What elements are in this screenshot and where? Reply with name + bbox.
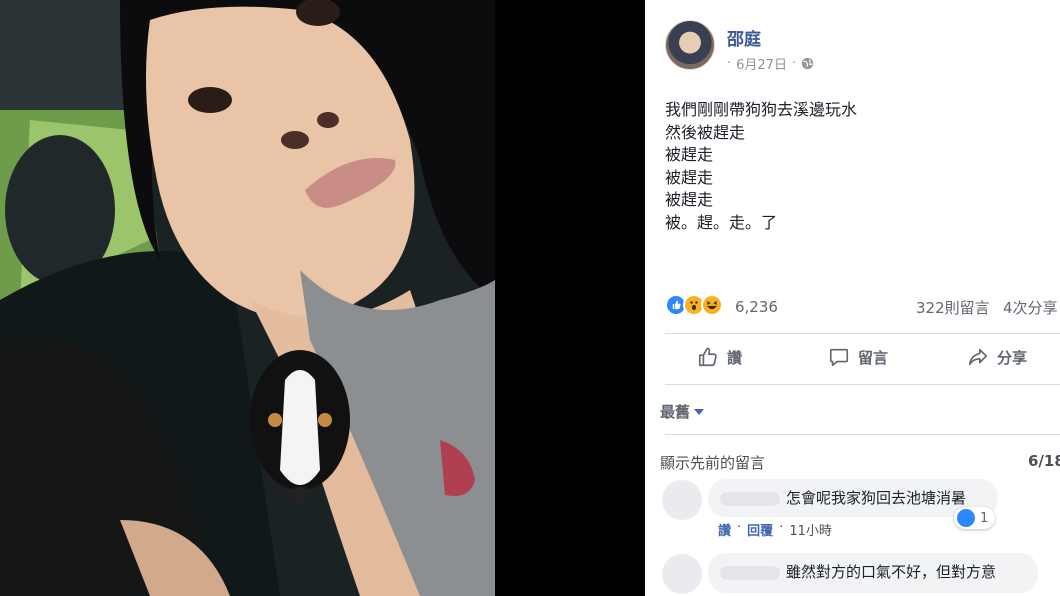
comment-like-count: 1 [980, 510, 989, 526]
post-date[interactable]: 6月27日 [736, 54, 787, 73]
share-label: 分享 [997, 348, 1028, 367]
post-text-line: 被趕走 [665, 190, 714, 209]
post-meta: · 6月27日 · [727, 54, 814, 73]
commenter-avatar[interactable] [662, 480, 702, 520]
meta-dot: · [727, 56, 732, 71]
author-name[interactable]: 邵庭 [727, 25, 761, 50]
share-button[interactable]: 分享 [967, 346, 1027, 368]
redacted-commenter-name [720, 565, 780, 580]
like-label: 讚 [727, 348, 743, 367]
post-text-line: 我們剛剛帶狗狗去溪邊玩水 [665, 100, 858, 119]
comment-bubble: 雖然對方的口氣不好，但對方意 [708, 553, 1038, 593]
comment-label: 留言 [858, 348, 889, 367]
divider [665, 384, 1060, 385]
post-panel: 邵庭 · 6月27日 · 我們剛剛帶狗狗去溪邊玩水 然後被趕走 被趕走 被趕走 … [645, 0, 1060, 596]
comment-reply-link[interactable]: 回覆 [747, 520, 773, 539]
like-reaction-icon [957, 509, 975, 527]
share-count[interactable]: 4次分享 [1003, 297, 1058, 318]
comment-bubble: 怎會呢我家狗回去池塘消暑 [708, 479, 998, 517]
comment-page-indicator: 6/18 [1028, 452, 1060, 470]
comment-text: 雖然對方的口氣不好，但對方意 [786, 563, 997, 581]
post-actions: 讚 留言 分享 [645, 340, 1060, 380]
separator: · [737, 520, 742, 535]
post-text-line: 被趕走 [665, 167, 714, 187]
author-avatar[interactable] [665, 20, 715, 70]
comment-text: 怎會呢我家狗回去池塘消暑 [786, 489, 967, 507]
share-icon [968, 348, 988, 366]
thumbs-up-icon [698, 347, 717, 367]
redacted-commenter-name [720, 491, 780, 506]
post-header: 邵庭 · 6月27日 · [645, 0, 1060, 90]
like-button[interactable]: 讚 [697, 346, 742, 368]
comment-actions: 讚 · 回覆 · 11小時 [718, 520, 832, 539]
sort-label: 最舊 [660, 403, 691, 421]
separator: · [779, 520, 784, 535]
post-text-line: 被趕走 [665, 145, 714, 164]
divider [665, 333, 1060, 334]
post-text-line: 然後被趕走 [665, 122, 746, 142]
caret-down-icon [694, 408, 705, 415]
comment-time[interactable]: 11小時 [789, 520, 832, 539]
photo-illustration [0, 0, 495, 596]
divider [665, 434, 1060, 435]
post-photo[interactable] [0, 0, 495, 596]
post-text-line: 被。趕。走。了 [665, 212, 778, 232]
comment-icon [829, 348, 849, 367]
comment-button[interactable]: 留言 [828, 346, 888, 368]
comment-like-badge[interactable]: 1 [954, 507, 996, 529]
reactions-bar: 6,236 322則留言 4次分享 [665, 294, 1060, 320]
comment-count[interactable]: 322則留言 [916, 297, 990, 318]
view-previous-comments-link[interactable]: 顯示先前的留言 [660, 452, 765, 473]
reaction-count[interactable]: 6,236 [735, 298, 778, 316]
commenter-avatar[interactable] [662, 554, 702, 594]
post-text: 我們剛剛帶狗狗去溪邊玩水 然後被趕走 被趕走 被趕走 被趕走 被。趕。走。了 [665, 99, 857, 234]
haha-reaction-icon [701, 294, 723, 316]
reaction-icons[interactable] [665, 294, 723, 316]
comment-like-link[interactable]: 讚 [718, 520, 731, 539]
globe-icon[interactable] [801, 57, 814, 70]
photo-viewer [0, 0, 645, 596]
comment-sort-dropdown[interactable]: 最舊 [660, 401, 705, 422]
meta-dot: · [791, 56, 797, 71]
